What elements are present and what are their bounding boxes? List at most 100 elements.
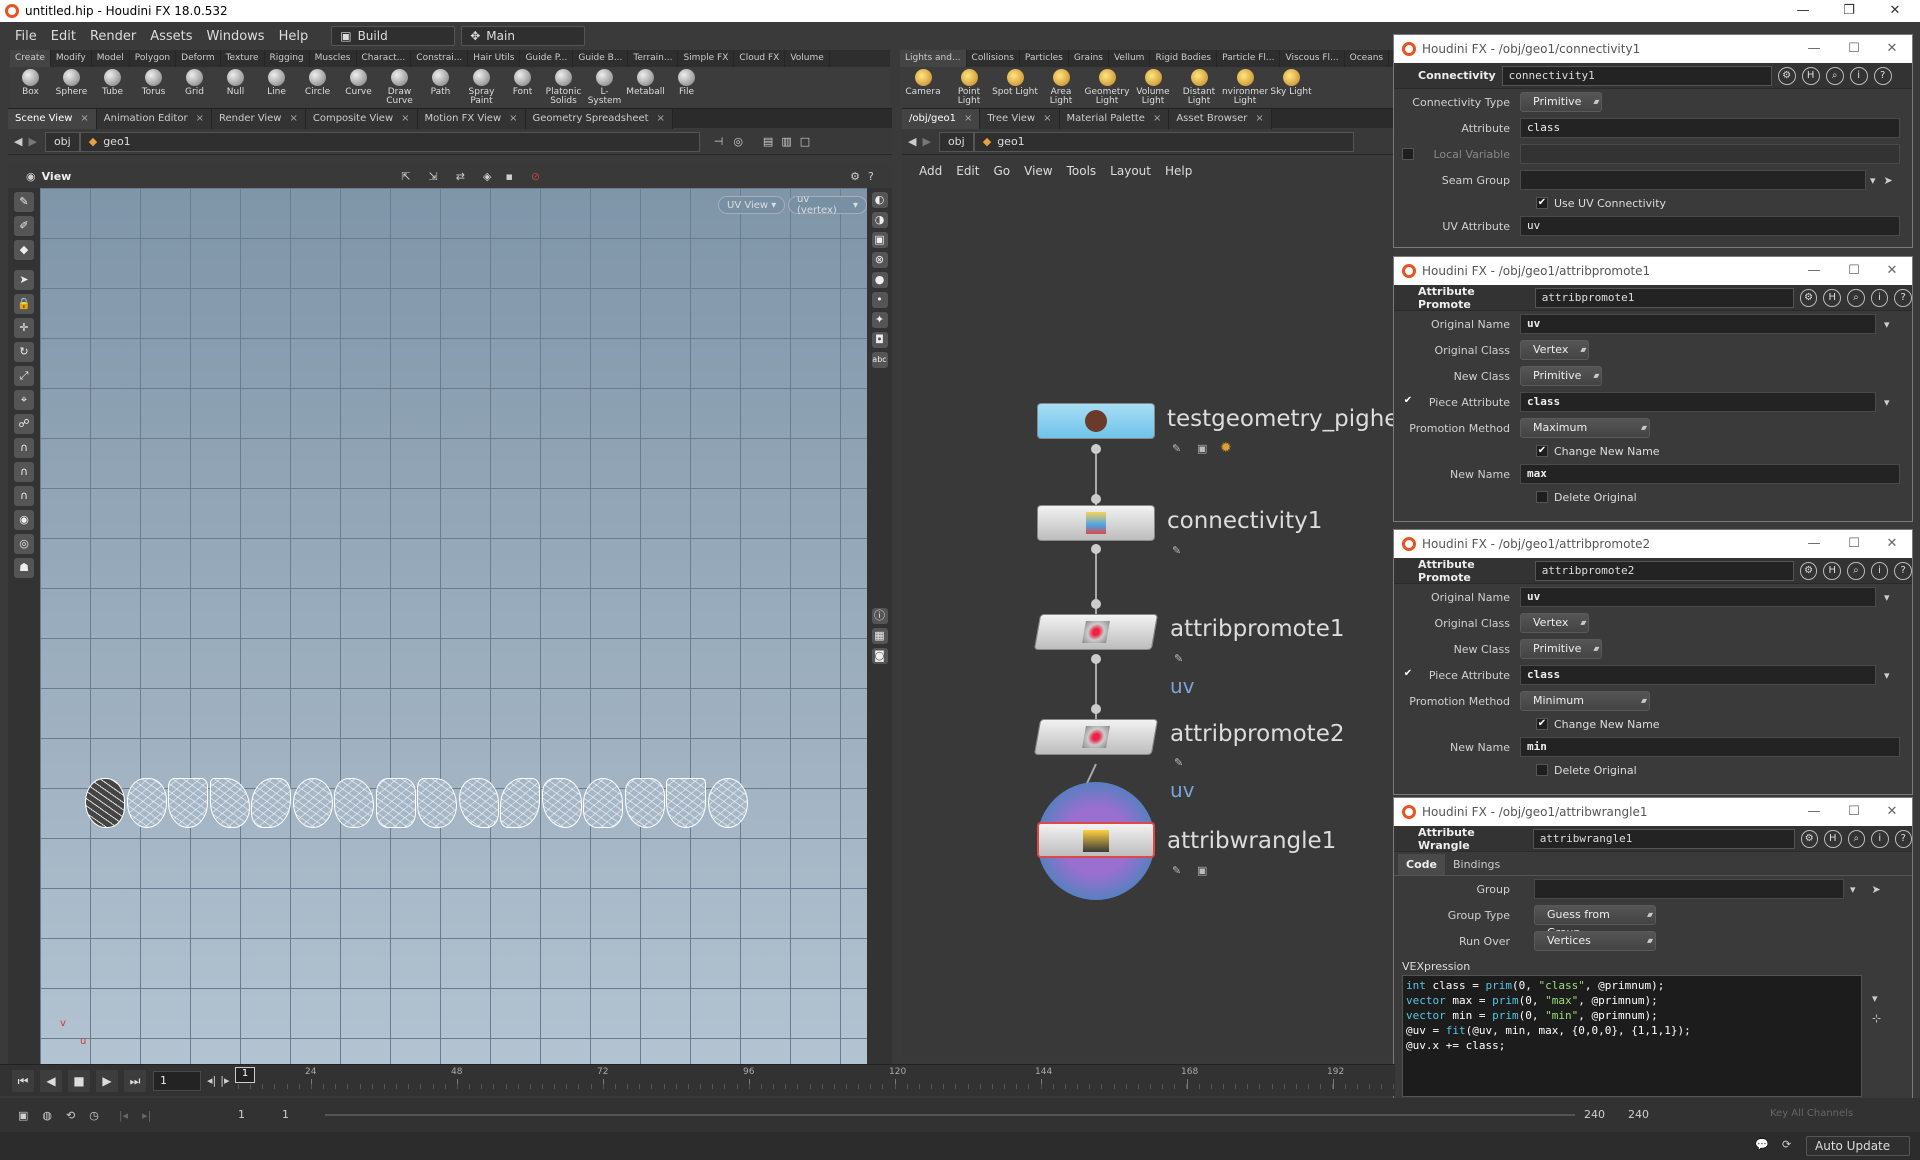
shelf-tool[interactable]: Sphere (51, 67, 92, 107)
dropdown-arrow-icon[interactable]: ▾ (1884, 318, 1890, 331)
network-menu-item[interactable]: Go (986, 164, 1017, 178)
comment-icon[interactable]: ✎ (1172, 864, 1181, 877)
refresh-icon[interactable]: ⟳ (1782, 1138, 1791, 1151)
background-icon[interactable]: ◙ (871, 648, 888, 664)
shelf-tool[interactable]: Geometry Light (1084, 67, 1130, 107)
net-forward-icon[interactable]: ▶ (922, 135, 930, 148)
comment-icon[interactable]: ✎ (1172, 544, 1181, 557)
info-icon[interactable]: ⓘ (871, 608, 888, 624)
uv-attribute-field[interactable]: uv (1520, 216, 1900, 236)
help-icon[interactable]: ? (1894, 829, 1912, 848)
shelf-tab[interactable]: Constrai... (411, 50, 469, 67)
minimize-icon[interactable]: — (1794, 530, 1834, 558)
secure-icon[interactable]: ◈ (483, 170, 491, 183)
vex-code-editor[interactable]: int class = prim(0, "class", @primnum); … (1402, 975, 1862, 1097)
minimize-icon[interactable]: — (1780, 0, 1826, 22)
node-name-field[interactable]: attribpromote2 (1534, 560, 1794, 581)
play-icon[interactable]: ▶ (96, 1069, 118, 1092)
shelf-tab[interactable]: Lights and... (900, 50, 967, 67)
menu-assets[interactable]: Assets (143, 29, 199, 44)
shelf-tab[interactable]: Modify (51, 50, 92, 67)
gear-icon[interactable]: ⚙ (1799, 561, 1818, 580)
uv-attribute-select[interactable]: uv (vertex) ▾ (788, 194, 867, 216)
shelf-tab[interactable]: Vellum (1109, 50, 1151, 67)
local-variable-field[interactable] (1520, 144, 1900, 164)
comment-icon[interactable]: ✎ (1172, 442, 1181, 455)
uv-viewport[interactable]: UV View ▾ uv (vertex) ▾ v u (40, 188, 867, 1064)
close-icon[interactable]: ✕ (1872, 798, 1912, 826)
maximize-icon[interactable]: ☐ (1834, 798, 1874, 826)
update-mode-select[interactable]: Auto Update (1806, 1136, 1910, 1156)
brush-icon[interactable]: ✎ (14, 192, 34, 212)
gear-icon[interactable]: ⚙ (1799, 288, 1818, 307)
shelf-tab[interactable]: Collisions (967, 50, 1020, 67)
menu-render[interactable]: Render (83, 29, 143, 44)
clock-icon[interactable]: ◷ (89, 1109, 99, 1122)
input-connector[interactable] (1091, 704, 1101, 714)
original-class-menu[interactable]: Vertex (1520, 613, 1590, 633)
shelf-tab[interactable]: Guide P... (520, 50, 574, 67)
node-name-field[interactable]: attribpromote1 (1534, 287, 1794, 308)
shelf-tool[interactable]: Tube (92, 67, 133, 107)
desktop-select[interactable]: ▣ Build (331, 26, 456, 46)
tab-close-icon[interactable]: × (289, 113, 297, 124)
wire-icon[interactable]: ⊗ (871, 252, 888, 268)
original-name-field[interactable]: uv (1520, 587, 1876, 607)
pane-tab[interactable]: Asset Browser × (1169, 108, 1272, 129)
net-path-obj[interactable]: obj (938, 131, 974, 152)
select-mode2-icon[interactable]: ⇲ (429, 170, 438, 183)
hda-icon[interactable]: H (1823, 561, 1842, 580)
path-obj[interactable]: obj (44, 131, 80, 152)
shelf-tool[interactable]: Line (256, 67, 297, 107)
shelf-tool[interactable]: Camera (900, 67, 946, 107)
stop-icon[interactable]: ■ (68, 1069, 90, 1092)
minimize-icon[interactable]: — (1794, 257, 1834, 285)
node-lock-icon[interactable]: ▣ (1197, 442, 1207, 455)
shelf-tool[interactable]: Path (420, 67, 461, 107)
local-variable-toggle[interactable] (1402, 148, 1414, 160)
shelf-tab[interactable]: Viscous Fl... (1280, 50, 1345, 67)
back-icon[interactable]: ◀ (14, 135, 22, 148)
shelf-tool[interactable]: Spot Light (992, 67, 1038, 107)
help-icon[interactable]: ? (1873, 66, 1892, 85)
new-class-menu[interactable]: Primitive (1520, 366, 1603, 386)
display-icon[interactable]: ▥ (781, 135, 791, 148)
shelf-tab[interactable]: Rigid Bodies (1150, 50, 1218, 67)
range-start-2[interactable]: 1 (282, 1108, 289, 1121)
camera-icon[interactable]: ◎ (14, 534, 34, 554)
original-class-menu[interactable]: Vertex (1520, 340, 1590, 360)
tab-close-icon[interactable]: × (196, 113, 204, 124)
dropdown-arrow-icon[interactable]: ▾ (1850, 883, 1856, 896)
gear-icon[interactable]: ⚙ (1800, 829, 1818, 848)
current-frame-field[interactable]: 1 (153, 1070, 201, 1091)
create-spare-parms-icon[interactable]: ⊹ (1872, 1012, 1881, 1025)
shelf-tab[interactable]: Cloud FX (734, 50, 786, 67)
new-name-field[interactable]: min (1520, 737, 1900, 757)
tab-close-icon[interactable]: × (657, 113, 665, 124)
shelf-tool[interactable]: Spray Paint (461, 67, 502, 107)
search-icon[interactable]: ⌕ (1825, 66, 1844, 85)
node-attribwrangle1[interactable] (1037, 822, 1155, 858)
node-testgeometry[interactable] (1037, 403, 1155, 439)
chat-icon[interactable]: 💬 (1755, 1138, 1769, 1151)
shelf-tab[interactable]: Simple FX (678, 50, 735, 67)
group-type-menu[interactable]: Guess from Group (1534, 905, 1656, 939)
shelf-tool[interactable]: Point Light (946, 67, 992, 107)
network-menu-item[interactable]: View (1017, 164, 1059, 178)
maximize-icon[interactable]: ☐ (1834, 257, 1874, 285)
hda-icon[interactable]: H (1824, 829, 1842, 848)
new-name-field[interactable]: max (1520, 464, 1900, 484)
shelf-tool[interactable]: Metaball (625, 67, 666, 107)
shelf-tool[interactable]: Volume Light (1130, 67, 1176, 107)
pane-tab[interactable]: Geometry Spreadsheet × (525, 108, 673, 129)
search-icon[interactable]: ⌕ (1847, 288, 1865, 307)
help-icon[interactable]: ? (1894, 288, 1913, 307)
shelf-tool[interactable]: Font (502, 67, 543, 107)
play-reverse-icon[interactable]: ◀ (40, 1069, 62, 1092)
layout-icon[interactable]: ▤ (763, 135, 773, 148)
shelf-tab[interactable]: Hair Utils (468, 50, 521, 67)
code-dropdown-icon[interactable]: ▾ (1872, 992, 1878, 1005)
pane-tab[interactable]: Material Palette × (1059, 108, 1170, 129)
output-connector[interactable] (1091, 654, 1101, 664)
menu-edit[interactable]: Edit (44, 29, 83, 44)
